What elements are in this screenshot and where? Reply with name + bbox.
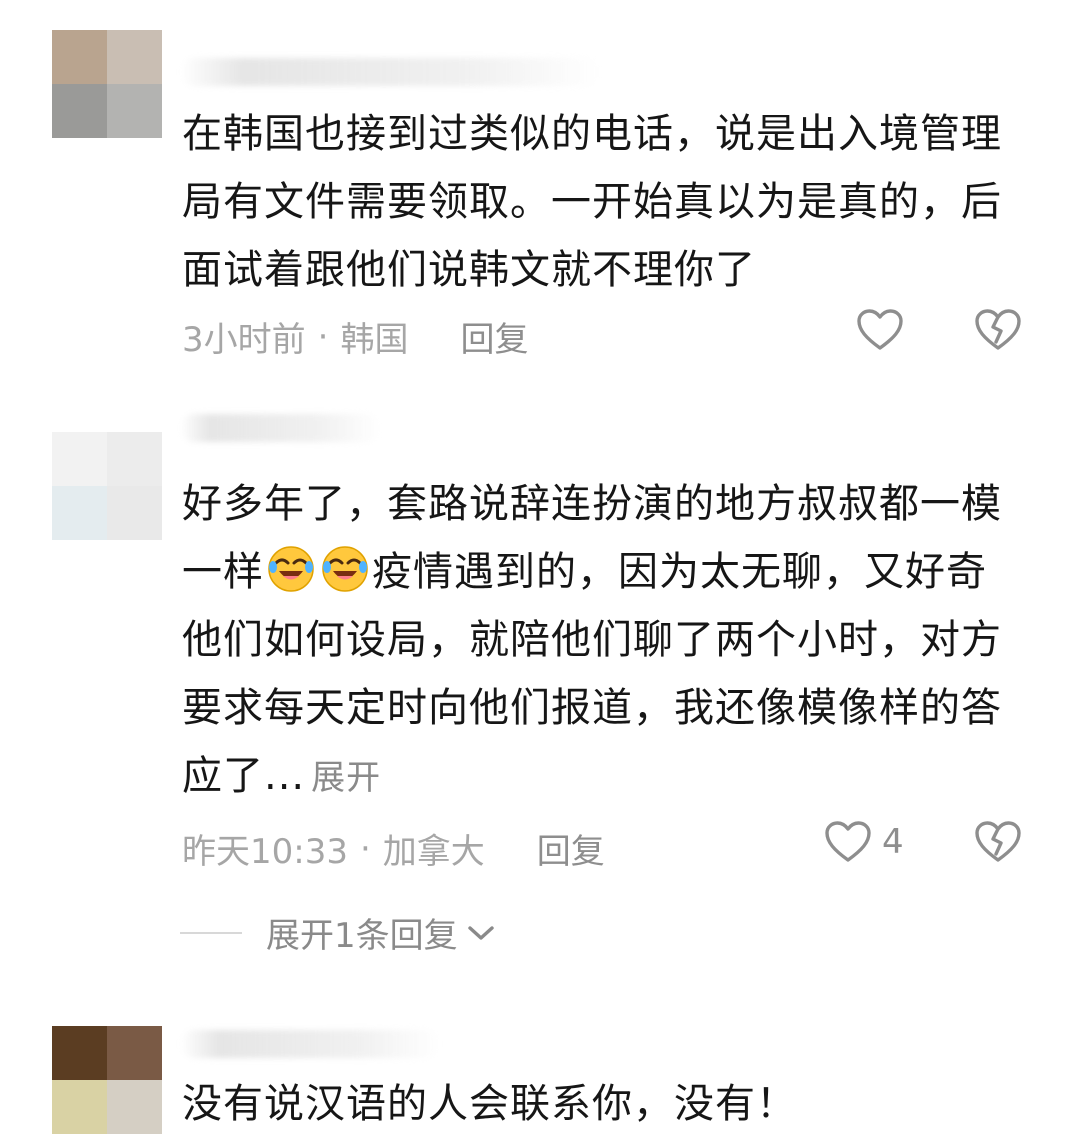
avatar-mosaic-tile bbox=[107, 1026, 162, 1080]
dislike-button[interactable] bbox=[974, 820, 1022, 868]
comment-meta: 昨天10:33 · 加拿大 回复 bbox=[182, 824, 605, 873]
avatar-mosaic-tile bbox=[52, 432, 107, 486]
avatar[interactable] bbox=[52, 30, 162, 138]
avatar-mosaic-tile bbox=[107, 84, 162, 138]
comment-meta: 3小时前 · 韩国 回复 bbox=[182, 312, 528, 361]
comment-location: 加拿大 bbox=[382, 832, 485, 872]
avatar-mosaic-tile bbox=[52, 486, 107, 540]
separator-dot: · bbox=[359, 828, 371, 869]
comment-time: 3小时前 bbox=[182, 320, 306, 360]
avatar-mosaic-tile bbox=[107, 486, 162, 540]
avatar[interactable] bbox=[52, 1026, 162, 1134]
laughing-crying-emoji bbox=[320, 543, 370, 593]
comment-text: 好多年了，套路说辞连扮演的地方叔叔都一模一样 疫情遇到的，因为太无聊，又好奇他们如… bbox=[182, 470, 1012, 812]
comment-time: 昨天10:33 bbox=[182, 832, 348, 872]
nickname-blurred[interactable] bbox=[180, 1030, 440, 1058]
expand-replies-label: 展开1条回复 bbox=[266, 916, 458, 956]
avatar-mosaic-tile bbox=[52, 1080, 107, 1134]
separator-dot: · bbox=[317, 316, 329, 357]
like-count: 4 bbox=[882, 822, 904, 862]
comment-location: 韩国 bbox=[340, 320, 409, 360]
broken-heart-icon bbox=[975, 309, 1021, 350]
nickname-blurred[interactable] bbox=[180, 414, 380, 442]
avatar[interactable] bbox=[52, 432, 162, 540]
avatar-mosaic-tile bbox=[107, 432, 162, 486]
avatar-mosaic-tile bbox=[52, 84, 107, 138]
comment-text: 没有说汉语的人会联系你，没有！ bbox=[182, 1081, 797, 1127]
chevron-down-icon bbox=[467, 925, 494, 940]
avatar-mosaic-tile bbox=[52, 1026, 107, 1080]
avatar-mosaic-tile bbox=[52, 30, 107, 84]
expand-text-button[interactable]: 展开 bbox=[311, 758, 381, 798]
laughing-crying-emoji bbox=[266, 543, 316, 593]
heart-icon bbox=[825, 821, 871, 862]
heart-icon bbox=[857, 309, 903, 350]
dislike-button[interactable] bbox=[974, 308, 1022, 356]
reply-button[interactable]: 回复 bbox=[537, 824, 605, 873]
nickname-blurred[interactable] bbox=[180, 58, 600, 86]
reply-button[interactable]: 回复 bbox=[460, 312, 528, 361]
like-button[interactable]: 4 bbox=[824, 820, 904, 864]
avatar-mosaic-tile bbox=[107, 30, 162, 84]
expand-replies-button[interactable]: 展开1条回复 bbox=[180, 908, 496, 957]
avatar-mosaic-tile bbox=[107, 1080, 162, 1134]
like-button[interactable] bbox=[856, 308, 904, 352]
comment-text: 在韩国也接到过类似的电话，说是出入境管理局有文件需要领取。一开始真以为是真的，后… bbox=[182, 111, 1002, 293]
broken-heart-icon bbox=[975, 821, 1021, 862]
divider-line bbox=[180, 931, 242, 934]
